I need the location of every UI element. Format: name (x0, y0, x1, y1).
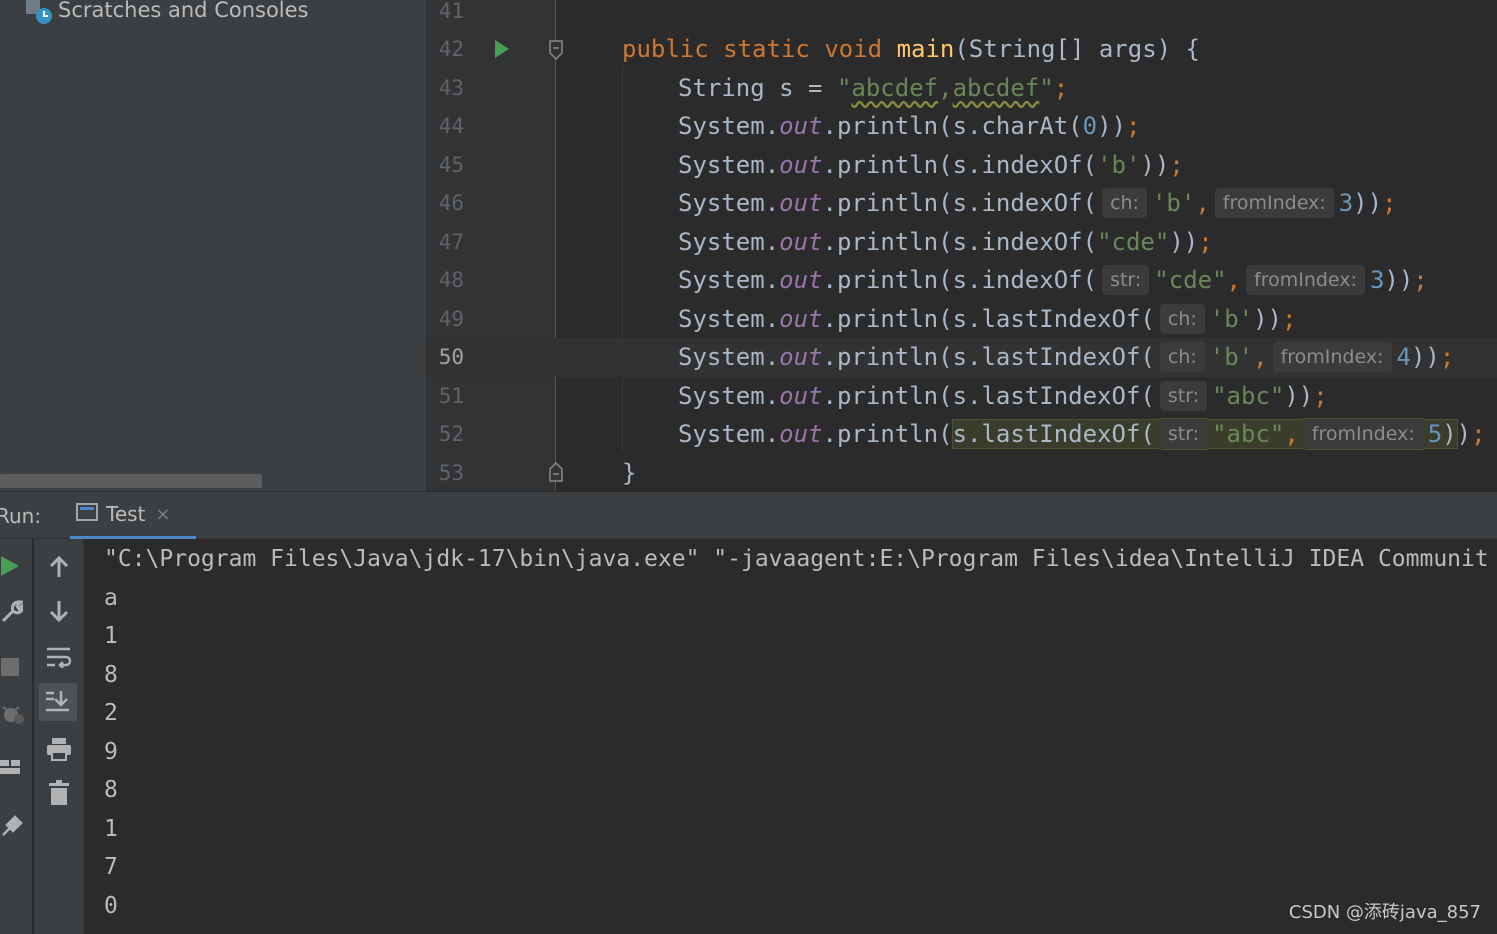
param-hint: ch: (1159, 303, 1205, 334)
run-tab-test[interactable]: Test × (70, 492, 196, 540)
scroll-to-end-icon[interactable] (39, 683, 77, 721)
code-line-51[interactable]: 51 System.out.println(s.lastIndexOf(str:… (426, 377, 1497, 416)
code-line-43[interactable]: 43 String s = "abcdef,abcdef"; (426, 69, 1497, 108)
rerun-icon[interactable] (0, 553, 22, 579)
run-panel-header: Run: Test × (0, 491, 1497, 540)
param-hint: fromIndex: (1214, 188, 1334, 218)
code-line-49[interactable]: 49 System.out.println(s.lastIndexOf(ch: '… (426, 300, 1497, 339)
code-line-44[interactable]: 44 System.out.println(s.charAt(0)); (426, 107, 1497, 146)
code-line-45[interactable]: 45 System.out.println(s.indexOf('b')); (426, 146, 1497, 185)
line-number: 43 (438, 75, 464, 100)
line-number: 49 (438, 306, 464, 331)
code-text: String s = "abcdef,abcdef"; (678, 73, 1069, 102)
code-line-50[interactable]: 50 System.out.println(s.lastIndexOf(ch: '… (426, 338, 1497, 377)
line-number: 42 (438, 37, 464, 61)
soft-wrap-icon[interactable] (45, 643, 73, 671)
param-hint: str: (1159, 419, 1208, 449)
code-text: System.out.println(s.indexOf(ch:'b', from… (678, 188, 1397, 218)
code-text: System.out.println(s.indexOf(str: "cde", f… (678, 265, 1428, 295)
scratches-icon (24, 0, 52, 24)
param-hint: fromIndex: (1246, 265, 1365, 295)
trash-icon[interactable] (45, 779, 73, 807)
console-output-line: 8 (104, 661, 118, 688)
line-number: 45 (438, 152, 464, 177)
stop-icon[interactable] (0, 655, 20, 679)
line-number: 52 (438, 422, 464, 446)
debug-bug-icon[interactable] (0, 699, 26, 727)
print-icon[interactable] (45, 735, 73, 763)
console-output-line: 9 (104, 738, 118, 765)
code-text: System.out.println(s.indexOf("cde")); (678, 227, 1213, 256)
scratches-label: Scratches and Consoles (58, 0, 309, 22)
code-line-52[interactable]: 52 System.out.println(s.lastIndexOf(str:… (426, 415, 1497, 454)
code-editor[interactable]: 41 42 public static void main(String[] a… (426, 0, 1497, 491)
run-gutter-icon[interactable] (494, 39, 510, 63)
fold-end-icon[interactable] (548, 461, 564, 486)
console-output-line: 1 (104, 623, 118, 649)
code-line-47[interactable]: 47 System.out.println(s.indexOf("cde")); (426, 223, 1497, 262)
line-number: 44 (438, 114, 464, 138)
code-text: System.out.println(s.lastIndexOf(str: "ab… (678, 419, 1486, 449)
console-output-line: 2 (104, 700, 118, 726)
code-text: System.out.println(s.lastIndexOf(ch:'b')… (678, 303, 1297, 334)
console-output-line: 7 (104, 854, 118, 880)
line-number: 47 (438, 229, 464, 254)
line-number: 50 (438, 345, 464, 369)
run-console-toolbar (34, 539, 84, 934)
run-label: Run: (0, 504, 42, 528)
param-hint: fromIndex: (1303, 419, 1423, 449)
console-output[interactable]: "C:\Program Files\Java\jdk-17\bin\java.e… (84, 539, 1497, 934)
console-output-line: a (104, 584, 118, 611)
param-hint: ch: (1102, 188, 1147, 218)
param-hint: str: (1102, 265, 1150, 295)
console-command-line: "C:\Program Files\Java\jdk-17\bin\java.e… (104, 546, 1489, 572)
console-output-line: 8 (104, 777, 118, 803)
code-line-48[interactable]: 48 System.out.println(s.indexOf(str: "cde… (426, 261, 1497, 300)
code-text: } (622, 458, 637, 487)
close-icon[interactable]: × (155, 504, 170, 525)
console-output-line: 0 (104, 892, 118, 919)
console-output-line: 1 (104, 815, 118, 842)
code-text: public static void main(String[] args) { (622, 35, 1200, 63)
arrow-down-icon[interactable] (45, 597, 73, 625)
fold-start-icon[interactable] (548, 40, 564, 64)
arrow-up-icon[interactable] (45, 553, 73, 581)
project-horizontal-scrollbar[interactable] (0, 474, 262, 488)
line-number: 53 (438, 460, 464, 485)
code-line-53[interactable]: 53 } (426, 454, 1497, 492)
line-number: 48 (438, 268, 464, 292)
param-hint: str: (1159, 380, 1208, 411)
line-number: 51 (438, 383, 464, 408)
code-text: System.out.println(s.indexOf('b')); (678, 150, 1184, 179)
code-line-46[interactable]: 46 System.out.println(s.indexOf(ch:'b', f… (426, 184, 1497, 223)
run-left-toolbar (0, 539, 33, 934)
scratches-and-consoles-item[interactable]: Scratches and Consoles (24, 0, 309, 28)
watermark: CSDN @添砖java_857 (1288, 902, 1481, 923)
console-tab-icon (76, 502, 98, 526)
line-number: 46 (438, 191, 464, 215)
wrench-icon[interactable] (0, 597, 24, 625)
code-text: System.out.println(s.lastIndexOf(str: "ab… (678, 380, 1328, 411)
param-hint: ch: (1159, 342, 1205, 372)
layout-icon[interactable] (0, 755, 22, 779)
code-text: System.out.println(s.charAt(0)); (678, 112, 1141, 140)
highlighted-expression: s.lastIndexOf(str: "abc", fromIndex: 5) (951, 419, 1458, 449)
project-panel: Scratches and Consoles (0, 0, 426, 491)
code-line-42[interactable]: 42 public static void main(String[] args… (426, 30, 1497, 69)
code-text: System.out.println(s.lastIndexOf(ch:'b',… (678, 342, 1455, 372)
line-number: 41 (438, 0, 464, 23)
code-line-41[interactable]: 41 (426, 0, 1497, 31)
param-hint: fromIndex: (1272, 342, 1392, 372)
tab-label: Test (106, 502, 146, 526)
pin-icon[interactable] (0, 813, 24, 839)
